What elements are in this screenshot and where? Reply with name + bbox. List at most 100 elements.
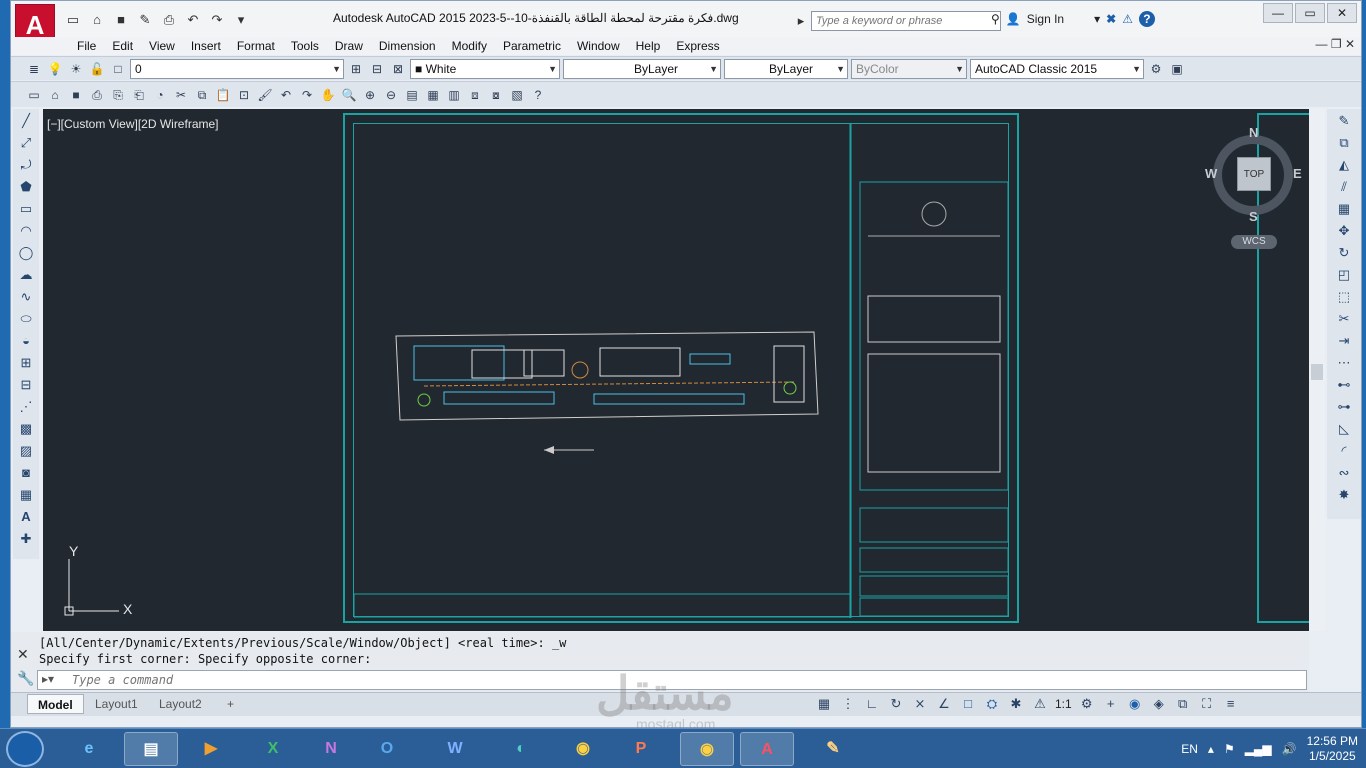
taskbar-explorer-icon[interactable]: ▤ bbox=[124, 732, 178, 766]
publish-icon[interactable]: ⎗ bbox=[130, 86, 148, 104]
action-center-icon[interactable]: ⚑ bbox=[1224, 742, 1235, 756]
customize-chevron-icon[interactable]: ▾ bbox=[231, 11, 251, 29]
cut-icon[interactable]: ✂ bbox=[172, 86, 190, 104]
osnap-tracking-icon[interactable]: ∠ bbox=[935, 695, 953, 713]
snap-icon[interactable]: ⋮ bbox=[839, 695, 857, 713]
paste-icon[interactable]: 📋 bbox=[214, 86, 232, 104]
customize-wrench-icon[interactable]: 🔧 bbox=[17, 670, 34, 687]
menu-edit[interactable]: Edit bbox=[104, 37, 141, 55]
menu-help[interactable]: Help bbox=[628, 37, 669, 55]
compass-west[interactable]: W bbox=[1205, 166, 1217, 181]
undo-icon[interactable]: ↶ bbox=[183, 11, 203, 29]
language-indicator[interactable]: EN bbox=[1181, 742, 1198, 756]
layer-previous-icon[interactable]: ⊟ bbox=[368, 60, 386, 78]
compass-east[interactable]: E bbox=[1293, 166, 1302, 181]
command-prompt-icon[interactable]: ▸▾ bbox=[42, 672, 54, 686]
extend-icon[interactable]: ⇥ bbox=[1333, 331, 1355, 351]
sheet-set-icon[interactable]: ⧈ bbox=[466, 86, 484, 104]
help-icon[interactable]: ? bbox=[1138, 11, 1155, 27]
taskbar-outlook-icon[interactable]: O bbox=[360, 732, 414, 766]
explode-icon[interactable]: ✸ bbox=[1333, 485, 1355, 505]
zoom-previous-icon[interactable]: ⊖ bbox=[382, 86, 400, 104]
clean-screen-icon[interactable]: ⧉ bbox=[1174, 695, 1192, 713]
taskbar-edge-icon[interactable]: ◐ bbox=[494, 732, 548, 766]
array-icon[interactable]: ▦ bbox=[1333, 199, 1355, 219]
undo-icon[interactable]: ↶ bbox=[277, 86, 295, 104]
show-hidden-icons[interactable]: ▴ bbox=[1208, 742, 1214, 756]
ellipse-arc-icon[interactable]: ◒ bbox=[15, 331, 37, 351]
make-block-icon[interactable]: ⊟ bbox=[15, 375, 37, 395]
menu-file[interactable]: File bbox=[69, 37, 104, 55]
open-icon[interactable]: ⌂ bbox=[87, 11, 107, 29]
hardware-acceleration-icon[interactable]: ◉ bbox=[1126, 695, 1144, 713]
menu-insert[interactable]: Insert bbox=[183, 37, 229, 55]
layer-freeze-icon[interactable]: ☀ bbox=[67, 60, 85, 78]
polyline-icon[interactable]: ⤾ bbox=[15, 155, 37, 175]
properties-icon[interactable]: ▤ bbox=[403, 86, 421, 104]
taskbar-onenote-icon[interactable]: N bbox=[304, 732, 358, 766]
gradient-icon[interactable]: ▨ bbox=[15, 441, 37, 461]
arc-icon[interactable]: ◠ bbox=[15, 221, 37, 241]
menu-format[interactable]: Format bbox=[229, 37, 283, 55]
minimize-button[interactable]: — bbox=[1263, 3, 1293, 23]
save-icon[interactable]: ■ bbox=[111, 11, 131, 29]
gear-icon[interactable]: ⚙ bbox=[1147, 60, 1165, 78]
gear-icon[interactable]: ⚙ bbox=[1078, 695, 1096, 713]
workspace-settings-icon[interactable]: ▣ bbox=[1168, 60, 1186, 78]
plot-icon[interactable]: ⎙ bbox=[88, 86, 106, 104]
match-properties-icon[interactable]: 🖌 bbox=[256, 86, 274, 104]
osnap-icon[interactable]: □ bbox=[959, 695, 977, 713]
exchange-icon[interactable]: ✖ bbox=[1106, 12, 1116, 26]
scrollbar-thumb[interactable] bbox=[1311, 364, 1323, 380]
paste-block-icon[interactable]: ⊡ bbox=[235, 86, 253, 104]
redo-icon[interactable]: ↷ bbox=[207, 11, 227, 29]
annotation-scale-value[interactable]: 1:1 bbox=[1055, 697, 1072, 711]
wcs-menu[interactable]: WCS bbox=[1231, 235, 1277, 249]
stretch-icon[interactable]: ⬚ bbox=[1333, 287, 1355, 307]
vertical-scrollbar[interactable] bbox=[1309, 109, 1325, 631]
zoom-window-icon[interactable]: ⊕ bbox=[361, 86, 379, 104]
tab-layout2[interactable]: Layout2 bbox=[149, 694, 212, 714]
a360-icon[interactable]: ⚠ bbox=[1122, 12, 1133, 26]
taskbar-media-icon[interactable]: ▶ bbox=[184, 732, 238, 766]
region-icon[interactable]: ◙ bbox=[15, 463, 37, 483]
break-icon[interactable]: ⊷ bbox=[1333, 375, 1355, 395]
clock[interactable]: 12:56 PM 1/5/2025 bbox=[1307, 734, 1358, 764]
make-current-layer-icon[interactable]: ⊞ bbox=[347, 60, 365, 78]
menu-parametric[interactable]: Parametric bbox=[495, 37, 569, 55]
redo-icon[interactable]: ↷ bbox=[298, 86, 316, 104]
erase-icon[interactable]: ✎ bbox=[1333, 111, 1355, 131]
tool-palettes-icon[interactable]: ▥ bbox=[445, 86, 463, 104]
volume-icon[interactable]: 🔊 bbox=[1282, 742, 1297, 756]
scale-icon[interactable]: ◰ bbox=[1333, 265, 1355, 285]
polygon-icon[interactable]: ⬟ bbox=[15, 177, 37, 197]
menu-view[interactable]: View bbox=[141, 37, 183, 55]
multiline-text-icon[interactable]: A bbox=[15, 507, 37, 527]
layer-state-icon[interactable]: ⊠ bbox=[389, 60, 407, 78]
taskbar-excel-icon[interactable]: X bbox=[246, 732, 300, 766]
move-icon[interactable]: ✥ bbox=[1333, 221, 1355, 241]
mirror-icon[interactable]: ◭ bbox=[1333, 155, 1355, 175]
3d-print-icon[interactable]: ◔ bbox=[151, 86, 169, 104]
search-input[interactable] bbox=[811, 11, 1001, 31]
ortho-icon[interactable]: ∟ bbox=[863, 695, 881, 713]
viewcube[interactable]: TOP N S E W bbox=[1205, 125, 1302, 224]
taskbar-ie-icon[interactable]: e bbox=[62, 732, 116, 766]
open-icon[interactable]: ⌂ bbox=[46, 86, 64, 104]
line-icon[interactable]: ╱ bbox=[15, 111, 37, 131]
add-layout-button[interactable]: + bbox=[217, 694, 244, 714]
layer-dropdown[interactable]: 0 ▼ bbox=[130, 58, 344, 79]
taskbar-chrome-profile-icon[interactable]: ◉ bbox=[680, 732, 734, 766]
close-button[interactable]: ✕ bbox=[1327, 3, 1357, 23]
isodraft-icon[interactable]: ⨯ bbox=[911, 695, 929, 713]
save-icon[interactable]: ■ bbox=[67, 86, 85, 104]
lineweight-dropdown[interactable]: ByLayer ▼ bbox=[724, 58, 848, 79]
plus-icon[interactable]: + bbox=[1102, 695, 1120, 713]
point-icon[interactable]: ⋰ bbox=[15, 397, 37, 417]
viewport-controls-label[interactable]: [−][Custom View][2D Wireframe] bbox=[47, 117, 219, 131]
menu-modify[interactable]: Modify bbox=[444, 37, 495, 55]
break-at-point-icon[interactable]: ⋯ bbox=[1333, 353, 1355, 373]
linetype-dropdown[interactable]: ByLayer ▼ bbox=[563, 58, 721, 79]
design-center-icon[interactable]: ▦ bbox=[424, 86, 442, 104]
compass-north[interactable]: N bbox=[1249, 125, 1258, 140]
